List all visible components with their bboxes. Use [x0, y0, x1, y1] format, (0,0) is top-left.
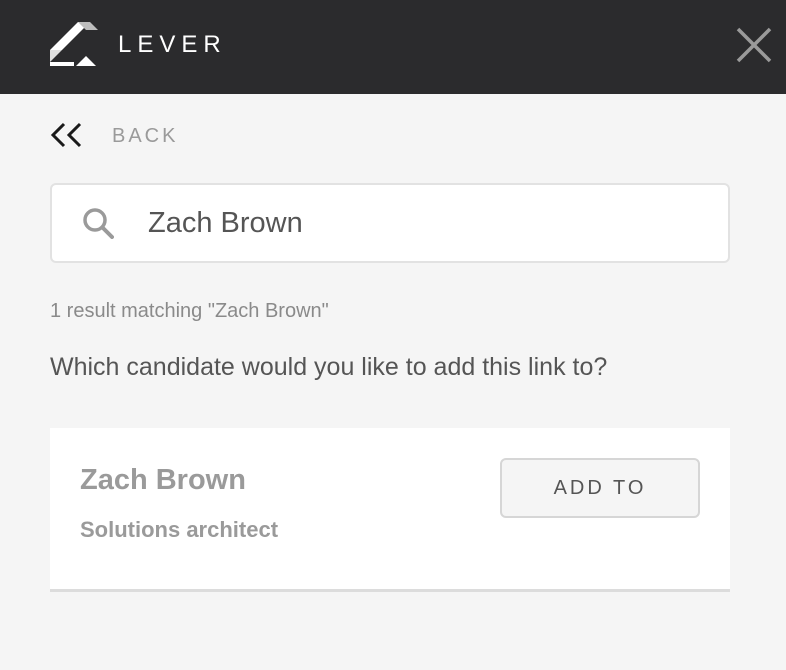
candidate-name: Zach Brown [80, 464, 246, 496]
back-label: BACK [112, 124, 179, 147]
candidate-role: Solutions architect [80, 517, 279, 542]
close-icon[interactable] [735, 26, 773, 64]
result-count: 1 result matching "Zach Brown" [50, 300, 329, 322]
search-input[interactable] [148, 203, 708, 243]
search-icon [83, 208, 114, 239]
double-chevron-left-icon [50, 122, 82, 148]
back-button[interactable]: BACK [50, 118, 178, 154]
lever-logo-icon [50, 22, 98, 66]
brand-name: LEVER [118, 31, 227, 58]
header-bar: LEVER [0, 0, 786, 94]
candidate-card: Zach Brown Solutions architect ADD TO [50, 428, 730, 592]
search-box[interactable] [50, 183, 730, 263]
prompt-question: Which candidate would you like to add th… [50, 353, 608, 381]
add-to-button[interactable]: ADD TO [500, 458, 700, 518]
